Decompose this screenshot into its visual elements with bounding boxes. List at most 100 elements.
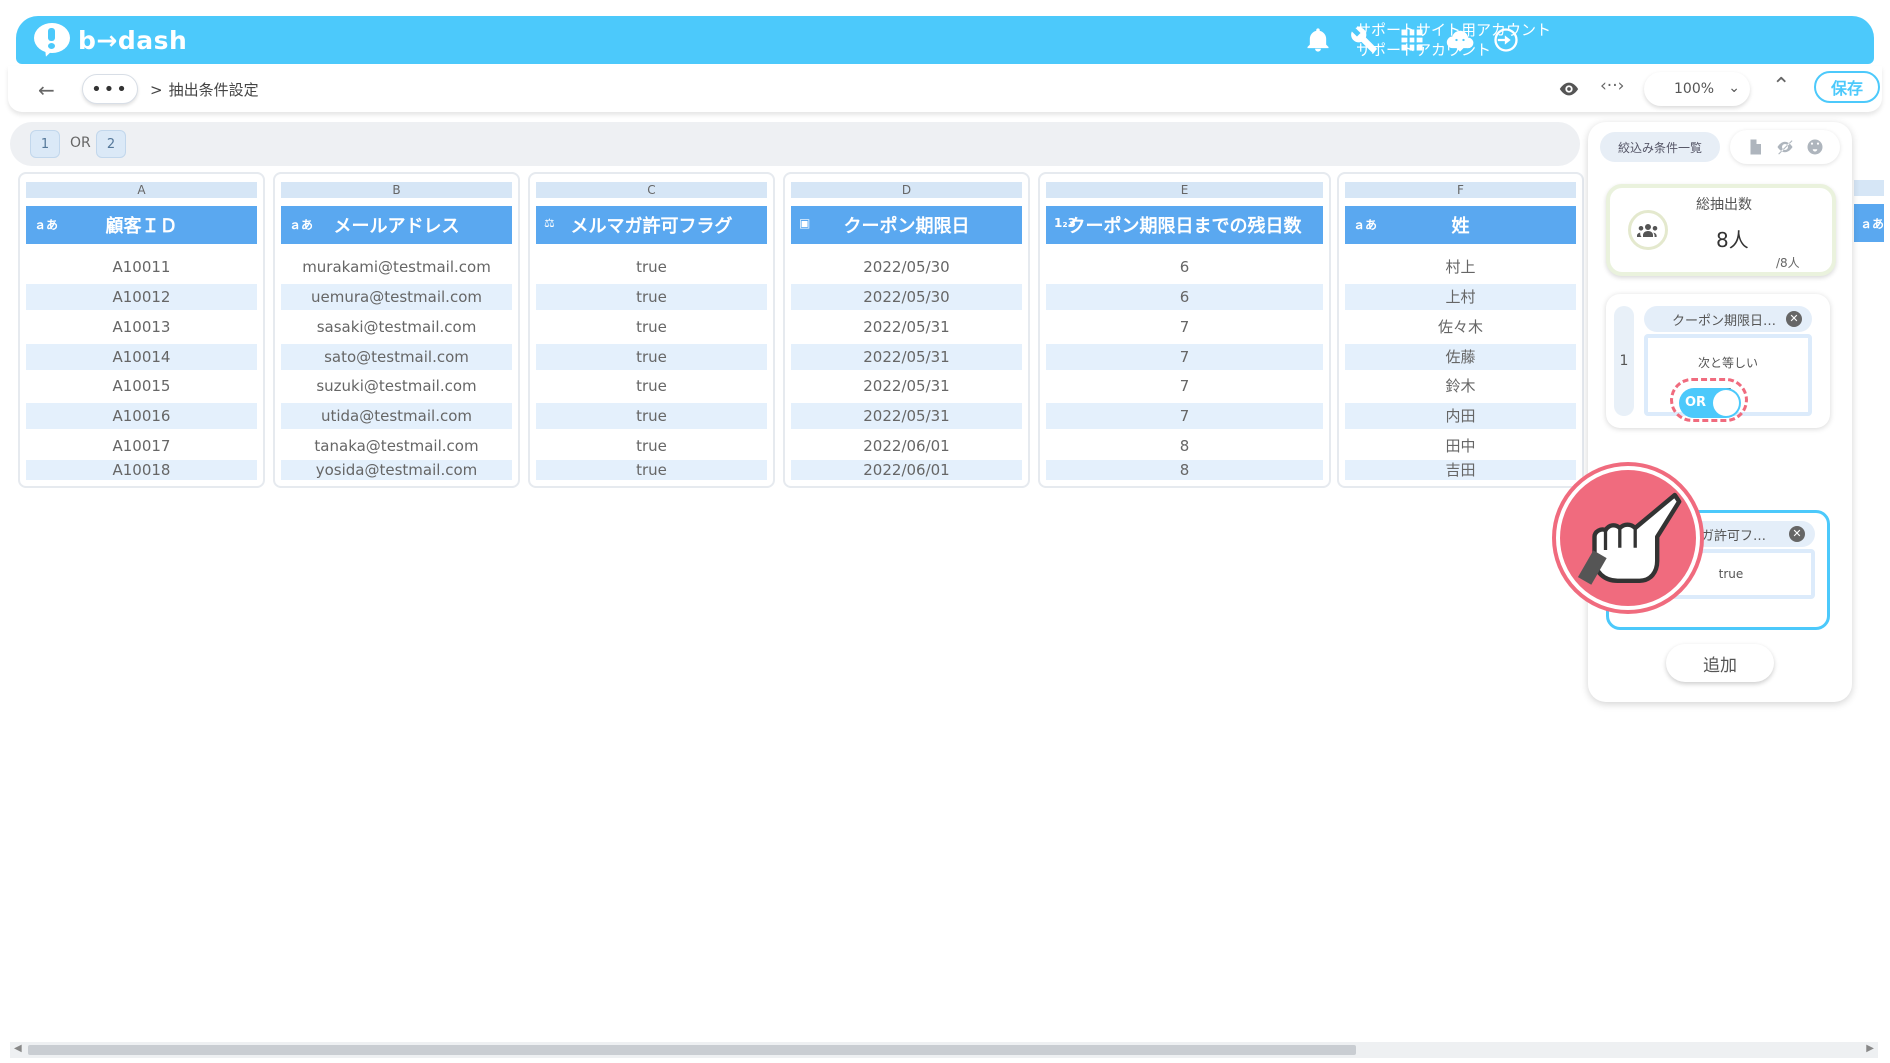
table-cell[interactable]: 2022/05/31: [791, 344, 1022, 370]
table-cell[interactable]: true: [536, 373, 767, 399]
table-cell[interactable]: true: [536, 284, 767, 310]
breadcrumb-more-button[interactable]: •••: [82, 74, 138, 104]
column-letter[interactable]: C: [536, 182, 767, 198]
column-header[interactable]: ａあ 姓: [1345, 206, 1576, 244]
close-icon[interactable]: ✕: [1786, 311, 1802, 327]
data-column-partial[interactable]: ａあ: [1854, 172, 1884, 488]
table-cell[interactable]: 6: [1046, 254, 1323, 280]
table-cell[interactable]: 6: [1046, 284, 1323, 310]
wrench-icon[interactable]: [1348, 24, 1380, 56]
data-column[interactable]: Fａあ 姓村上上村佐々木佐藤鈴木内田田中 吉田: [1337, 172, 1584, 488]
table-cell[interactable]: true: [536, 403, 767, 429]
hide-off-icon[interactable]: [1776, 138, 1794, 156]
table-cell[interactable]: A10018: [26, 460, 257, 480]
total-count-card: 総抽出数 8人 /8人: [1606, 184, 1836, 276]
table-cell[interactable]: 村上: [1345, 254, 1576, 280]
scroll-right-arrow-icon[interactable]: ▶: [1866, 1043, 1874, 1054]
table-cell[interactable]: 2022/05/31: [791, 373, 1022, 399]
table-cell[interactable]: A10017: [26, 433, 257, 459]
code-view-icon[interactable]: ‹··›: [1600, 76, 1624, 96]
support-cloud-icon[interactable]: [1444, 24, 1476, 56]
table-cell[interactable]: A10012: [26, 284, 257, 310]
table-cell[interactable]: 7: [1046, 344, 1323, 370]
data-column[interactable]: E 1₂3 クーポン期限日までの残日数 6 6 7 7 7 7 8 8: [1038, 172, 1331, 488]
filter-list-button[interactable]: 絞込み条件一覧: [1600, 132, 1720, 162]
table-cell[interactable]: 2022/05/30: [791, 284, 1022, 310]
table-cell[interactable]: 7: [1046, 373, 1323, 399]
table-cell[interactable]: A10013: [26, 314, 257, 340]
palette-icon[interactable]: [1806, 138, 1824, 156]
table-cell[interactable]: 吉田: [1345, 460, 1576, 480]
save-button[interactable]: 保存: [1814, 71, 1880, 103]
table-cell[interactable]: 7: [1046, 403, 1323, 429]
data-column[interactable]: Aａあ 顧客ＩＤ A10011 A10012 A10013 A10014 A10015 A10…: [18, 172, 265, 488]
table-cell[interactable]: true: [536, 314, 767, 340]
bell-icon[interactable]: [1302, 24, 1334, 56]
bdash-logo[interactable]: b→dash: [34, 22, 187, 59]
column-header[interactable]: ▣ クーポン期限日: [791, 206, 1022, 244]
table-cell[interactable]: 2022/05/31: [791, 314, 1022, 340]
chevron-up-icon[interactable]: ⌃: [1772, 74, 1790, 99]
table-cell[interactable]: sato@testmail.com: [281, 344, 512, 370]
table-cell[interactable]: 田中: [1345, 433, 1576, 459]
group-tab-2[interactable]: 2: [96, 130, 126, 158]
table-cell[interactable]: 2022/06/01: [791, 460, 1022, 480]
table-cell[interactable]: 上村: [1345, 284, 1576, 310]
data-column[interactable]: D ▣ クーポン期限日 2022/05/30 2022/05/30 2022/05/31 2…: [783, 172, 1030, 488]
table-cell[interactable]: sasaki@testmail.com: [281, 314, 512, 340]
add-condition-button[interactable]: 追加: [1666, 644, 1774, 682]
document-icon[interactable]: [1746, 138, 1764, 156]
table-cell[interactable]: 8: [1046, 433, 1323, 459]
table-cell[interactable]: 鈴木: [1345, 373, 1576, 399]
column-letter[interactable]: E: [1046, 182, 1323, 198]
table-cell[interactable]: 佐藤: [1345, 344, 1576, 370]
filter-condition-chip[interactable]: クーポン期限日… ✕: [1644, 306, 1812, 332]
table-cell[interactable]: 2022/05/31: [791, 403, 1022, 429]
column-header[interactable]: ａあ 顧客ＩＤ: [26, 206, 257, 244]
table-cell[interactable]: uemura@testmail.com: [281, 284, 512, 310]
column-header-label: クーポン期限日までの残日数: [1067, 216, 1302, 237]
back-arrow-icon[interactable]: ←: [38, 78, 64, 102]
logo-mark-icon: [34, 23, 74, 59]
apps-grid-icon[interactable]: [1396, 24, 1428, 56]
and-or-toggle[interactable]: OR: [1679, 388, 1741, 418]
table-cell[interactable]: murakami@testmail.com: [281, 254, 512, 280]
close-icon[interactable]: ✕: [1789, 526, 1805, 542]
data-column[interactable]: C ⚖ メルマガ許可フラグ true true true true true true true t…: [528, 172, 775, 488]
column-header[interactable]: 1₂3 クーポン期限日までの残日数: [1046, 206, 1323, 244]
scroll-left-arrow-icon[interactable]: ◀: [14, 1043, 22, 1054]
table-cell[interactable]: A10016: [26, 403, 257, 429]
table-cell[interactable]: 佐々木: [1345, 314, 1576, 340]
eye-icon[interactable]: [1556, 78, 1582, 104]
column-letter[interactable]: D: [791, 182, 1022, 198]
table-cell[interactable]: true: [536, 433, 767, 459]
column-header[interactable]: ａあ メールアドレス: [281, 206, 512, 244]
table-cell[interactable]: A10015: [26, 373, 257, 399]
table-cell[interactable]: A10011: [26, 254, 257, 280]
data-column[interactable]: Bａあ メールアドレス murakami@testmail.com uemura@te…: [273, 172, 520, 488]
table-cell[interactable]: 内田: [1345, 403, 1576, 429]
table-cell[interactable]: true: [536, 344, 767, 370]
column-header[interactable]: ａあ: [1854, 204, 1884, 242]
column-header[interactable]: ⚖ メルマガ許可フラグ: [536, 206, 767, 244]
group-tab-1[interactable]: 1: [30, 130, 60, 158]
table-cell[interactable]: yosida@testmail.com: [281, 460, 512, 480]
zoom-select[interactable]: 100% ⌄: [1644, 72, 1750, 106]
column-letter[interactable]: F: [1345, 182, 1576, 198]
table-cell[interactable]: 8: [1046, 460, 1323, 480]
horizontal-scrollbar[interactable]: ◀ ▶: [10, 1042, 1878, 1058]
table-cell[interactable]: true: [536, 254, 767, 280]
scrollbar-thumb[interactable]: [28, 1045, 1356, 1055]
table-cell[interactable]: 7: [1046, 314, 1323, 340]
table-cell[interactable]: 2022/05/30: [791, 254, 1022, 280]
table-cell[interactable]: tanaka@testmail.com: [281, 433, 512, 459]
logout-icon[interactable]: [1490, 24, 1522, 56]
breadcrumb: > 抽出条件設定: [150, 79, 259, 100]
table-cell[interactable]: true: [536, 460, 767, 480]
table-cell[interactable]: suzuki@testmail.com: [281, 373, 512, 399]
table-cell[interactable]: 2022/06/01: [791, 433, 1022, 459]
column-letter[interactable]: B: [281, 182, 512, 198]
table-cell[interactable]: utida@testmail.com: [281, 403, 512, 429]
table-cell[interactable]: A10014: [26, 344, 257, 370]
column-letter[interactable]: A: [26, 182, 257, 198]
